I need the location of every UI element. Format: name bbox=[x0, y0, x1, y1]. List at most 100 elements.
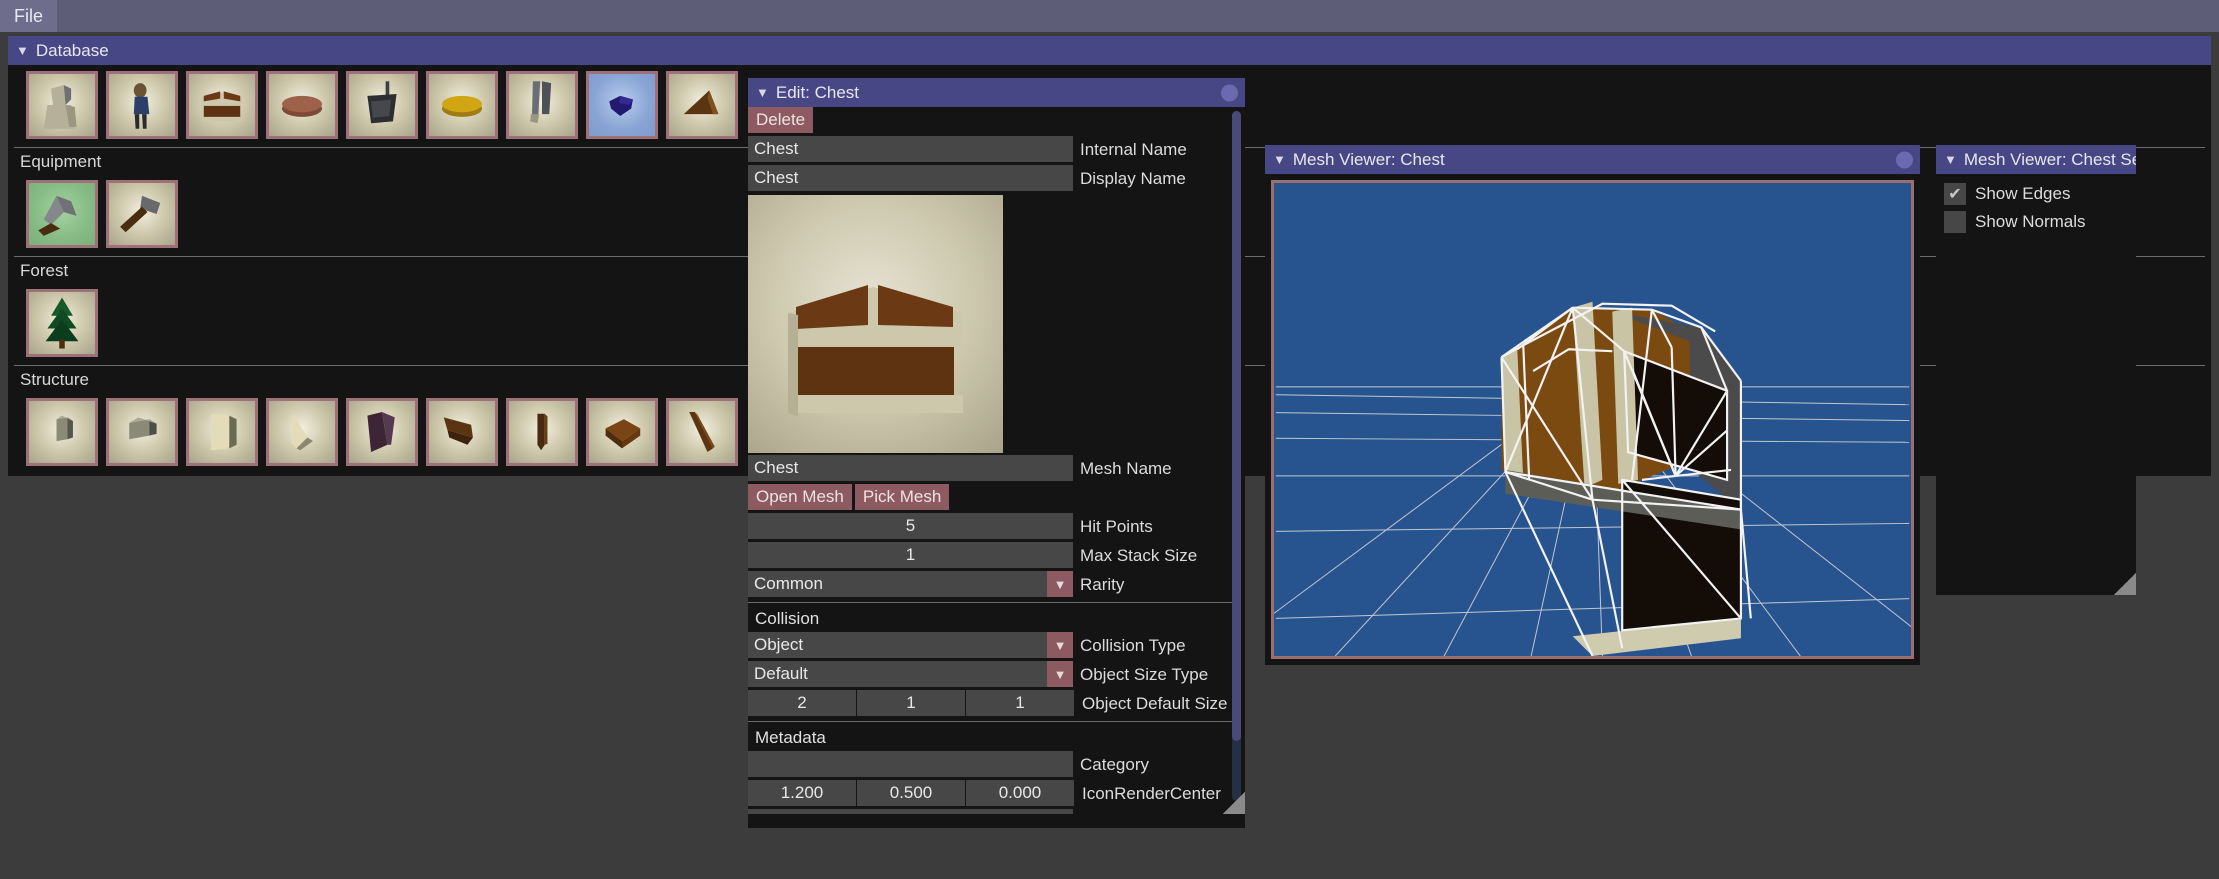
rock-brown-icon bbox=[683, 90, 719, 115]
mesh-viewport[interactable] bbox=[1271, 180, 1914, 659]
chevron-down-icon[interactable]: ▼ bbox=[1944, 153, 1957, 166]
icon-render-center-y[interactable]: 0.500 bbox=[857, 780, 965, 806]
chevron-down-icon[interactable]: ▼ bbox=[756, 86, 769, 99]
stone-post-icon bbox=[56, 415, 73, 442]
show-edges-checkbox[interactable]: ✔ bbox=[1944, 183, 1966, 205]
chevron-down-icon[interactable]: ▼ bbox=[1047, 632, 1073, 658]
item-tile-post-wood[interactable] bbox=[506, 398, 578, 466]
character-villager-icon bbox=[133, 83, 150, 129]
hit-points-row: 5 Hit Points bbox=[748, 513, 1245, 541]
item-tile-gem-blue[interactable] bbox=[586, 71, 658, 139]
display-name-input[interactable]: Chest bbox=[748, 165, 1073, 191]
edit-panel-titlebar[interactable]: ▼ Edit: Chest bbox=[748, 78, 1245, 107]
mesh-name-row: Chest Mesh Name bbox=[748, 455, 1245, 483]
collision-type-row: Object ▼ Collision Type bbox=[748, 632, 1245, 660]
mesh-settings-resize-grip[interactable] bbox=[2114, 573, 2136, 595]
menu-item-file[interactable]: File bbox=[0, 0, 58, 32]
hit-points-input[interactable]: 5 bbox=[748, 513, 1073, 539]
item-tile-plate-brown[interactable] bbox=[266, 71, 338, 139]
mesh-viewer-panel: ▼ Mesh Viewer: Chest bbox=[1265, 145, 1920, 665]
show-normals-checkbox[interactable] bbox=[1944, 211, 1966, 233]
database-panel-title: Database bbox=[35, 40, 109, 60]
edit-panel-body: Delete Chest Internal Name Chest Display… bbox=[748, 107, 1245, 814]
object-default-size-y[interactable]: 1 bbox=[857, 690, 965, 716]
mesh-name-input[interactable]: Chest bbox=[748, 455, 1073, 481]
edit-panel-scrollbar[interactable] bbox=[1232, 111, 1241, 801]
icon-render-center-z[interactable]: 0.000 bbox=[966, 780, 1074, 806]
object-size-type-select[interactable]: Default ▼ bbox=[748, 661, 1073, 687]
object-default-size-x[interactable]: 2 bbox=[748, 690, 856, 716]
edit-panel-resize-grip[interactable] bbox=[1223, 792, 1245, 814]
item-tile-wall-wedge[interactable] bbox=[266, 398, 338, 466]
database-panel-titlebar[interactable]: ▼ Database bbox=[8, 36, 2211, 65]
item-tile-roof-dark[interactable] bbox=[346, 398, 418, 466]
show-normals-label: Show Normals bbox=[1975, 212, 2086, 231]
panel-pin-icon[interactable] bbox=[1896, 151, 1913, 168]
chest-icon bbox=[201, 91, 243, 122]
show-normals-row[interactable]: Show Normals bbox=[1944, 208, 2136, 236]
stone-block-icon bbox=[129, 417, 157, 440]
item-tile-shovel[interactable] bbox=[106, 180, 178, 248]
item-tile-pole-wood[interactable] bbox=[666, 398, 738, 466]
wall-panel-icon bbox=[211, 413, 237, 451]
mesh-buttons-row: Open Mesh Pick Mesh bbox=[748, 484, 1245, 512]
item-tile-character-villager[interactable] bbox=[106, 71, 178, 139]
beam-wedge-icon bbox=[443, 417, 473, 445]
show-edges-label: Show Edges bbox=[1975, 184, 2071, 203]
item-tile-stone-block[interactable] bbox=[106, 398, 178, 466]
object-size-type-value: Default bbox=[754, 664, 808, 683]
item-tile-coal-scuttle[interactable] bbox=[346, 71, 418, 139]
post-wood-icon bbox=[537, 413, 548, 451]
plate-brown-icon bbox=[281, 95, 323, 117]
collision-section-header: Collision bbox=[755, 609, 820, 628]
max-stack-size-label: Max Stack Size bbox=[1080, 546, 1198, 565]
item-tile-wall-panel[interactable] bbox=[186, 398, 258, 466]
item-tile-rock-brown[interactable] bbox=[666, 71, 738, 139]
item-tile-chest[interactable] bbox=[186, 71, 258, 139]
scrollbar-thumb[interactable] bbox=[1232, 111, 1241, 741]
object-default-size-row: 2 1 1 Object Default Size bbox=[748, 690, 1245, 718]
edit-panel-title: Edit: Chest bbox=[775, 82, 860, 102]
item-tile-stone-post[interactable] bbox=[26, 398, 98, 466]
roof-dark-icon bbox=[367, 411, 395, 453]
coal-scuttle-icon bbox=[367, 81, 397, 124]
open-mesh-button[interactable]: Open Mesh bbox=[748, 484, 852, 510]
shovel-icon bbox=[120, 195, 161, 233]
category-input[interactable] bbox=[748, 751, 1073, 777]
pick-mesh-button[interactable]: Pick Mesh bbox=[854, 484, 950, 510]
show-edges-row[interactable]: ✔ Show Edges bbox=[1944, 180, 2136, 208]
item-tile-beam-wedge[interactable] bbox=[426, 398, 498, 466]
mesh-viewer-titlebar[interactable]: ▼ Mesh Viewer: Chest bbox=[1265, 145, 1920, 174]
chevron-down-icon[interactable]: ▼ bbox=[1047, 661, 1073, 687]
panel-pin-icon[interactable] bbox=[1221, 84, 1238, 101]
item-tile-hammer[interactable] bbox=[26, 180, 98, 248]
icon-render-distance-input[interactable]: 3.000 bbox=[748, 809, 1073, 814]
item-tile-plank-slab[interactable] bbox=[586, 398, 658, 466]
chest-wireframe-render bbox=[1274, 301, 1911, 656]
mesh-viewer-body bbox=[1265, 174, 1920, 665]
section-divider bbox=[748, 602, 1239, 603]
item-tile-cloth-pants[interactable] bbox=[506, 71, 578, 139]
max-stack-size-input[interactable]: 1 bbox=[748, 542, 1073, 568]
icon-render-distance-label: IconRenderDistance bbox=[1073, 809, 1234, 814]
item-tile-humanoid-mannequin[interactable] bbox=[26, 71, 98, 139]
pine-tree-icon bbox=[45, 297, 79, 349]
object-default-size-z[interactable]: 1 bbox=[966, 690, 1074, 716]
chest-mesh bbox=[1500, 301, 1752, 656]
plate-gold-icon bbox=[441, 95, 483, 117]
category-label: Category bbox=[1080, 755, 1149, 774]
collision-type-select[interactable]: Object ▼ bbox=[748, 632, 1073, 658]
chevron-down-icon[interactable]: ▼ bbox=[16, 44, 29, 57]
mesh-viewer-title: Mesh Viewer: Chest bbox=[1292, 149, 1445, 169]
icon-render-center-x[interactable]: 1.200 bbox=[748, 780, 856, 806]
mesh-name-label: Mesh Name bbox=[1080, 459, 1172, 478]
rarity-value: Common bbox=[754, 574, 823, 593]
rarity-select[interactable]: Common ▼ bbox=[748, 571, 1073, 597]
item-tile-plate-gold[interactable] bbox=[426, 71, 498, 139]
mesh-settings-titlebar[interactable]: ▼ Mesh Viewer: Chest Setti bbox=[1936, 145, 2136, 174]
internal-name-input[interactable]: Chest bbox=[748, 136, 1073, 162]
delete-button[interactable]: Delete bbox=[748, 107, 814, 133]
chevron-down-icon[interactable]: ▼ bbox=[1047, 571, 1073, 597]
item-tile-pine-tree[interactable] bbox=[26, 289, 98, 357]
chevron-down-icon[interactable]: ▼ bbox=[1273, 153, 1286, 166]
